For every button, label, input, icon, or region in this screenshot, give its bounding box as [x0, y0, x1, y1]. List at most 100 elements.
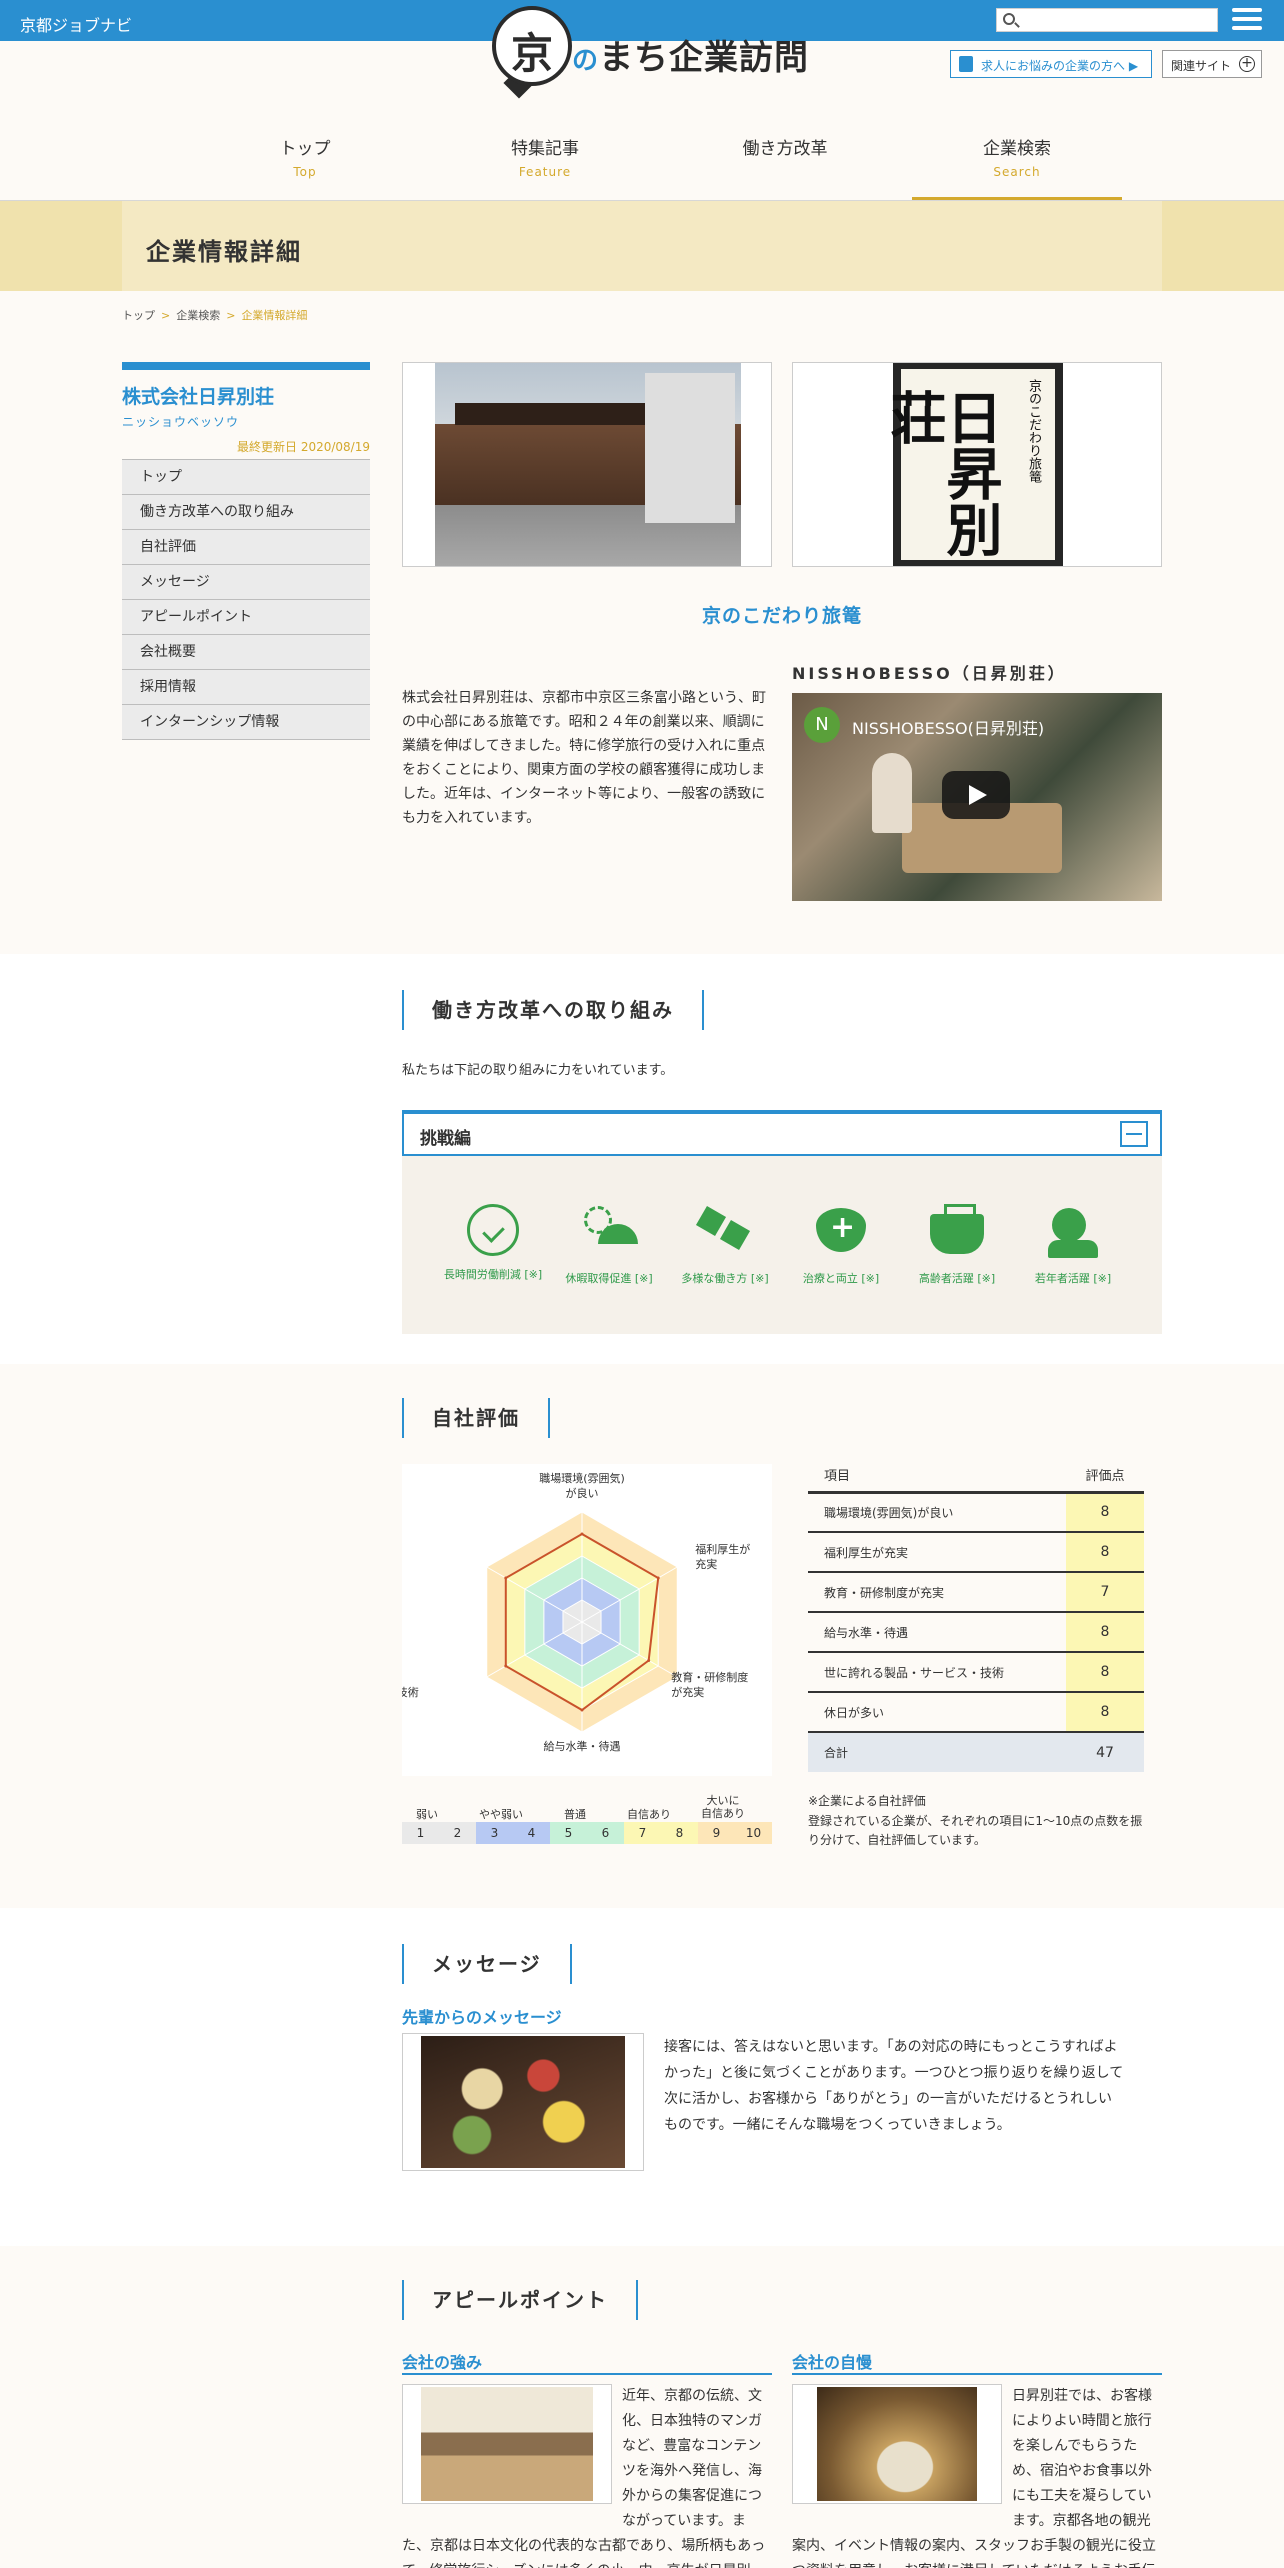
sidebar: 株式会社日昇別荘 ニッショウベッソウ 最終更新日 2020/08/19 トップ …	[122, 362, 370, 740]
appeal-strength: 近年、京都の伝統、文化、日本独特のマンガなど、豊富なコンテンツを海外へ発信し、海…	[402, 2384, 772, 2568]
beach-umbrella-icon	[578, 1204, 640, 1260]
sidebar-item-top[interactable]: トップ	[122, 460, 370, 495]
video-title[interactable]: NISSHOBESSO(日昇別荘)	[852, 715, 1044, 739]
table-row: 給与水準・待遇 8	[808, 1612, 1144, 1653]
evaluation-note-body: 登録されている企業が、それぞれの項目に1〜10点の点数を振り分けて、自社評価して…	[808, 1814, 1143, 1847]
room-photo	[402, 2384, 612, 2504]
recruit-button[interactable]: 求人にお悩みの企業の方へ ▶	[950, 50, 1152, 78]
related-sites-button[interactable]: 関連サイト +	[1162, 50, 1262, 78]
scale-label-normal: 普通	[564, 1808, 586, 1821]
scale-cell: 8	[661, 1822, 698, 1844]
clock-check-icon	[467, 1204, 519, 1256]
search-input[interactable]	[1021, 11, 1211, 29]
nav-top[interactable]: トップ Top	[200, 124, 410, 200]
last-updated: 最終更新日 2020/08/19	[237, 440, 370, 454]
scale-cell: 1	[402, 1822, 439, 1844]
breadcrumb-current: 企業情報詳細	[241, 309, 308, 322]
scale-label-slightly-weak: やや弱い	[479, 1808, 523, 1821]
scale-cell: 2	[439, 1822, 476, 1844]
sidebar-item-internship[interactable]: インターンシップ情報	[122, 705, 370, 740]
radar-axis-label: 世に誇れる製品・サービス・技術	[402, 1670, 419, 1699]
scale-label-weak: 弱い	[416, 1808, 438, 1821]
main-nav: トップ Top 特集記事 Feature 働き方改革 企業検索 Search	[200, 124, 1130, 200]
hexagons-icon	[694, 1204, 756, 1260]
feature-vacation[interactable]: 休暇取得促進 [※]	[554, 1204, 664, 1286]
sidebar-item-evaluation[interactable]: 自社評価	[122, 530, 370, 565]
nav-work-reform[interactable]: 働き方改革	[680, 124, 890, 200]
feature-treatment[interactable]: 治療と両立 [※]	[786, 1204, 896, 1286]
radar-point	[504, 1664, 508, 1668]
work-reform-heading: 働き方改革への取り組み	[402, 990, 704, 1030]
table-row: 休日が多い 8	[808, 1692, 1144, 1733]
feature-seniors[interactable]: 高齢者活躍 [※]	[902, 1204, 1012, 1286]
appeal-pride: 日昇別荘では、お客様によりよい時間と旅行を楽しんでもらうため、宿泊やお食事以外に…	[792, 2384, 1162, 2568]
building-photo	[402, 362, 772, 567]
scale-cell: 5	[550, 1822, 587, 1844]
channel-avatar[interactable]: N	[804, 707, 840, 743]
site-name[interactable]: 京都ジョブナビ	[20, 12, 132, 36]
work-reform-intro: 私たちは下記の取り組みに力をいれています。	[402, 1063, 674, 1078]
sidebar-item-message[interactable]: メッセージ	[122, 565, 370, 600]
video-heading: NISSHOBESSO（日昇別荘）	[792, 664, 1067, 683]
scale-cell: 7	[624, 1822, 661, 1844]
scale-cells: 1 2 3 4 5 6 7 8 9 10	[402, 1822, 772, 1844]
nav-feature[interactable]: 特集記事 Feature	[440, 124, 650, 200]
scale-cell: 9	[698, 1822, 735, 1844]
building-icon	[959, 56, 973, 72]
scale-cell: 10	[735, 1822, 772, 1844]
sidebar-item-appeal[interactable]: アピールポイント	[122, 600, 370, 635]
radar-axis-label: 給与水準・待遇	[544, 1739, 621, 1753]
play-icon[interactable]	[942, 771, 1010, 819]
search-icon[interactable]	[1003, 13, 1015, 25]
sidebar-menu: トップ 働き方改革への取り組み 自社評価 メッセージ アピールポイント 会社概要…	[122, 459, 370, 740]
heart-plus-icon	[810, 1204, 872, 1260]
scroll-big-text: 日昇別荘	[881, 389, 1002, 557]
feature-diverse-work[interactable]: 多様な働き方 [※]	[670, 1204, 780, 1286]
feature-long-hours[interactable]: 長時間労働削減 [※]	[438, 1204, 548, 1282]
evaluation-heading: 自社評価	[402, 1398, 550, 1438]
radar-axis-label: 教育・研修制度が充実	[671, 1670, 748, 1699]
challenge-panel-header[interactable]: 挑戦編	[402, 1110, 1162, 1156]
sidebar-item-work-reform[interactable]: 働き方改革への取り組み	[122, 495, 370, 530]
calligraphy-photo: 京のこだわり旅篭 日昇別荘	[792, 362, 1162, 567]
evaluation-table: 項目 評価点 職場環境(雰囲気)が良い 8 福利厚生が充実 8 教育・研修制度が充実 7…	[808, 1458, 1144, 1772]
plus-icon: +	[1239, 56, 1255, 72]
logo-text[interactable]: のまち企業訪問	[572, 30, 809, 79]
radar-axis-label: 福利厚生が充実	[695, 1542, 750, 1571]
scale-cell: 4	[513, 1822, 550, 1844]
table-row: 世に誇れる製品・サービス・技術 8	[808, 1652, 1144, 1693]
scale-label-very-confident: 大いに 自信あり	[701, 1794, 745, 1820]
company-name: 株式会社日昇別荘	[122, 386, 275, 408]
table-row: 職場環境(雰囲気)が良い 8	[808, 1492, 1144, 1533]
food-photo	[402, 2033, 644, 2171]
radar-point	[656, 1576, 660, 1580]
table-row: 教育・研修制度が充実 7	[808, 1572, 1144, 1613]
search-box[interactable]	[996, 8, 1218, 32]
scale-cell: 6	[587, 1822, 624, 1844]
radar-chart: 職場環境(雰囲気)が良い福利厚生が充実教育・研修制度が充実給与水準・待遇 世に誇れ…	[309, 1464, 772, 1776]
catch-copy: 京のこだわり旅篭	[701, 605, 862, 627]
evaluation-note-title: ※企業による自社評価	[808, 1794, 926, 1808]
feature-youth[interactable]: 若年者活躍 [※]	[1018, 1204, 1128, 1286]
breadcrumb-top[interactable]: トップ	[122, 309, 155, 322]
radar-point	[504, 1576, 508, 1580]
collapse-icon[interactable]	[1120, 1121, 1148, 1147]
sidebar-item-recruit[interactable]: 採用情報	[122, 670, 370, 705]
video-player[interactable]: N NISSHOBESSO(日昇別荘)	[792, 693, 1162, 901]
title-band: 企業情報詳細	[0, 201, 1284, 291]
breadcrumb-search[interactable]: 企業検索	[176, 309, 220, 322]
appeal-strength-title: 会社の強み	[402, 2349, 772, 2375]
sidebar-item-overview[interactable]: 会社概要	[122, 635, 370, 670]
radar-point	[580, 1708, 584, 1712]
scroll-small-text: 京のこだわり旅篭	[1026, 379, 1041, 483]
page-title: 企業情報詳細	[146, 238, 302, 266]
radar-point	[647, 1659, 651, 1662]
appeal-heading: アピールポイント	[402, 2280, 638, 2320]
nav-search[interactable]: 企業検索 Search	[912, 124, 1122, 200]
bath-photo	[792, 2384, 1002, 2504]
table-row: 福利厚生が充実 8	[808, 1532, 1144, 1573]
radar-point	[580, 1532, 584, 1536]
scale-label-confident: 自信あり	[627, 1808, 671, 1821]
logo-mark[interactable]: 京	[492, 6, 572, 86]
hamburger-menu-icon[interactable]	[1232, 8, 1262, 32]
